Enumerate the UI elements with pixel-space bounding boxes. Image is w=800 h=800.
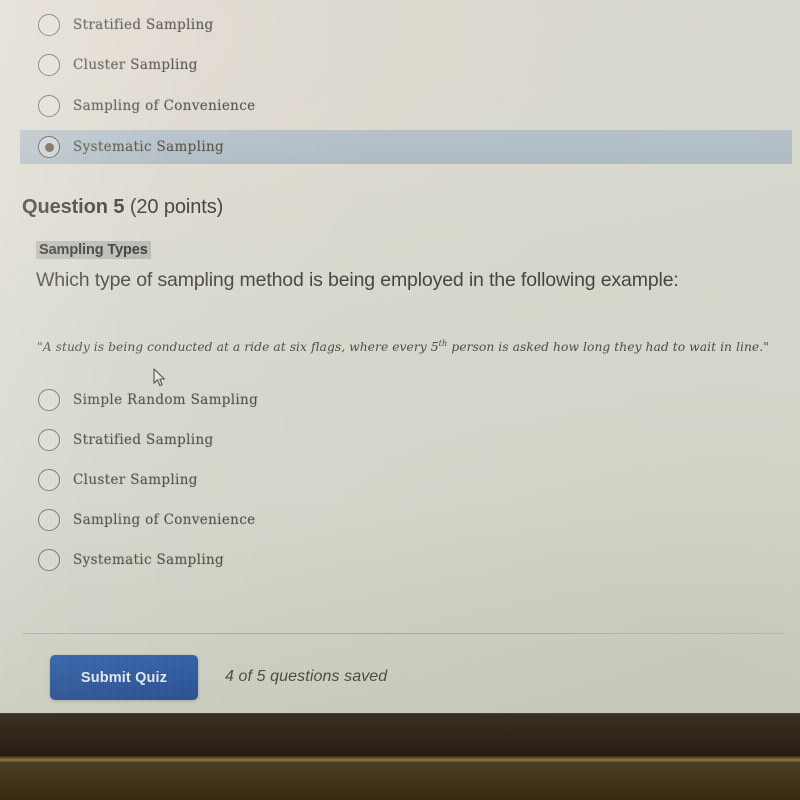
radio-button-unselected[interactable] xyxy=(38,509,60,531)
option-stratified-sampling[interactable]: Stratified Sampling xyxy=(20,423,790,457)
radio-button-unselected[interactable] xyxy=(38,429,60,451)
previous-option-cluster-sampling[interactable]: Cluster Sampling xyxy=(20,48,790,82)
option-cluster-sampling[interactable]: Cluster Sampling xyxy=(20,463,790,497)
previous-option-sampling-of-convenience[interactable]: Sampling of Convenience xyxy=(20,89,790,123)
radio-button-unselected[interactable] xyxy=(38,469,60,491)
question-number: Question 5 xyxy=(22,196,125,218)
option-label: Cluster Sampling xyxy=(73,57,198,73)
radio-button-unselected[interactable] xyxy=(38,54,60,76)
quote-part-after: person is asked how long they had to wai… xyxy=(447,340,769,355)
desk-surface xyxy=(0,762,800,800)
option-label: Systematic Sampling xyxy=(73,139,225,155)
option-label: Sampling of Convenience xyxy=(73,512,256,528)
saved-questions-status: 4 of 5 questions saved xyxy=(225,668,388,685)
option-systematic-sampling[interactable]: Systematic Sampling xyxy=(20,543,790,577)
laptop-bezel xyxy=(0,713,800,757)
radio-button-unselected[interactable] xyxy=(38,95,60,117)
option-label: Systematic Sampling xyxy=(73,552,225,568)
radio-button-selected[interactable] xyxy=(38,136,60,158)
option-label: Simple Random Sampling xyxy=(73,392,259,408)
footer-divider xyxy=(22,633,784,634)
option-label: Sampling of Convenience xyxy=(73,98,256,114)
laptop-screen: Stratified Sampling Cluster Sampling Sam… xyxy=(0,0,800,713)
previous-option-systematic-sampling-selected[interactable]: Systematic Sampling xyxy=(20,130,792,164)
option-label: Stratified Sampling xyxy=(73,432,214,448)
question-heading: Question 5 (20 points) xyxy=(22,196,223,219)
option-simple-random-sampling[interactable]: Simple Random Sampling xyxy=(20,383,790,417)
radio-button-unselected[interactable] xyxy=(38,549,60,571)
quote-part-before: "A study is being conducted at a ride at… xyxy=(37,340,439,355)
radio-button-unselected[interactable] xyxy=(38,14,60,36)
question-points: (20 points) xyxy=(129,196,224,218)
question-prompt-text: Which type of sampling method is being e… xyxy=(36,269,679,291)
submit-quiz-button[interactable]: Submit Quiz xyxy=(50,655,198,700)
previous-option-stratified-sampling[interactable]: Stratified Sampling xyxy=(20,8,790,42)
radio-button-unselected[interactable] xyxy=(38,389,60,411)
question-topic-badge: Sampling Types xyxy=(36,241,151,259)
question-example-quote: "A study is being conducted at a ride at… xyxy=(37,338,769,354)
option-label: Stratified Sampling xyxy=(73,17,214,33)
mouse-pointer-icon xyxy=(153,368,165,387)
option-label: Cluster Sampling xyxy=(73,472,198,488)
option-sampling-of-convenience[interactable]: Sampling of Convenience xyxy=(20,503,790,537)
